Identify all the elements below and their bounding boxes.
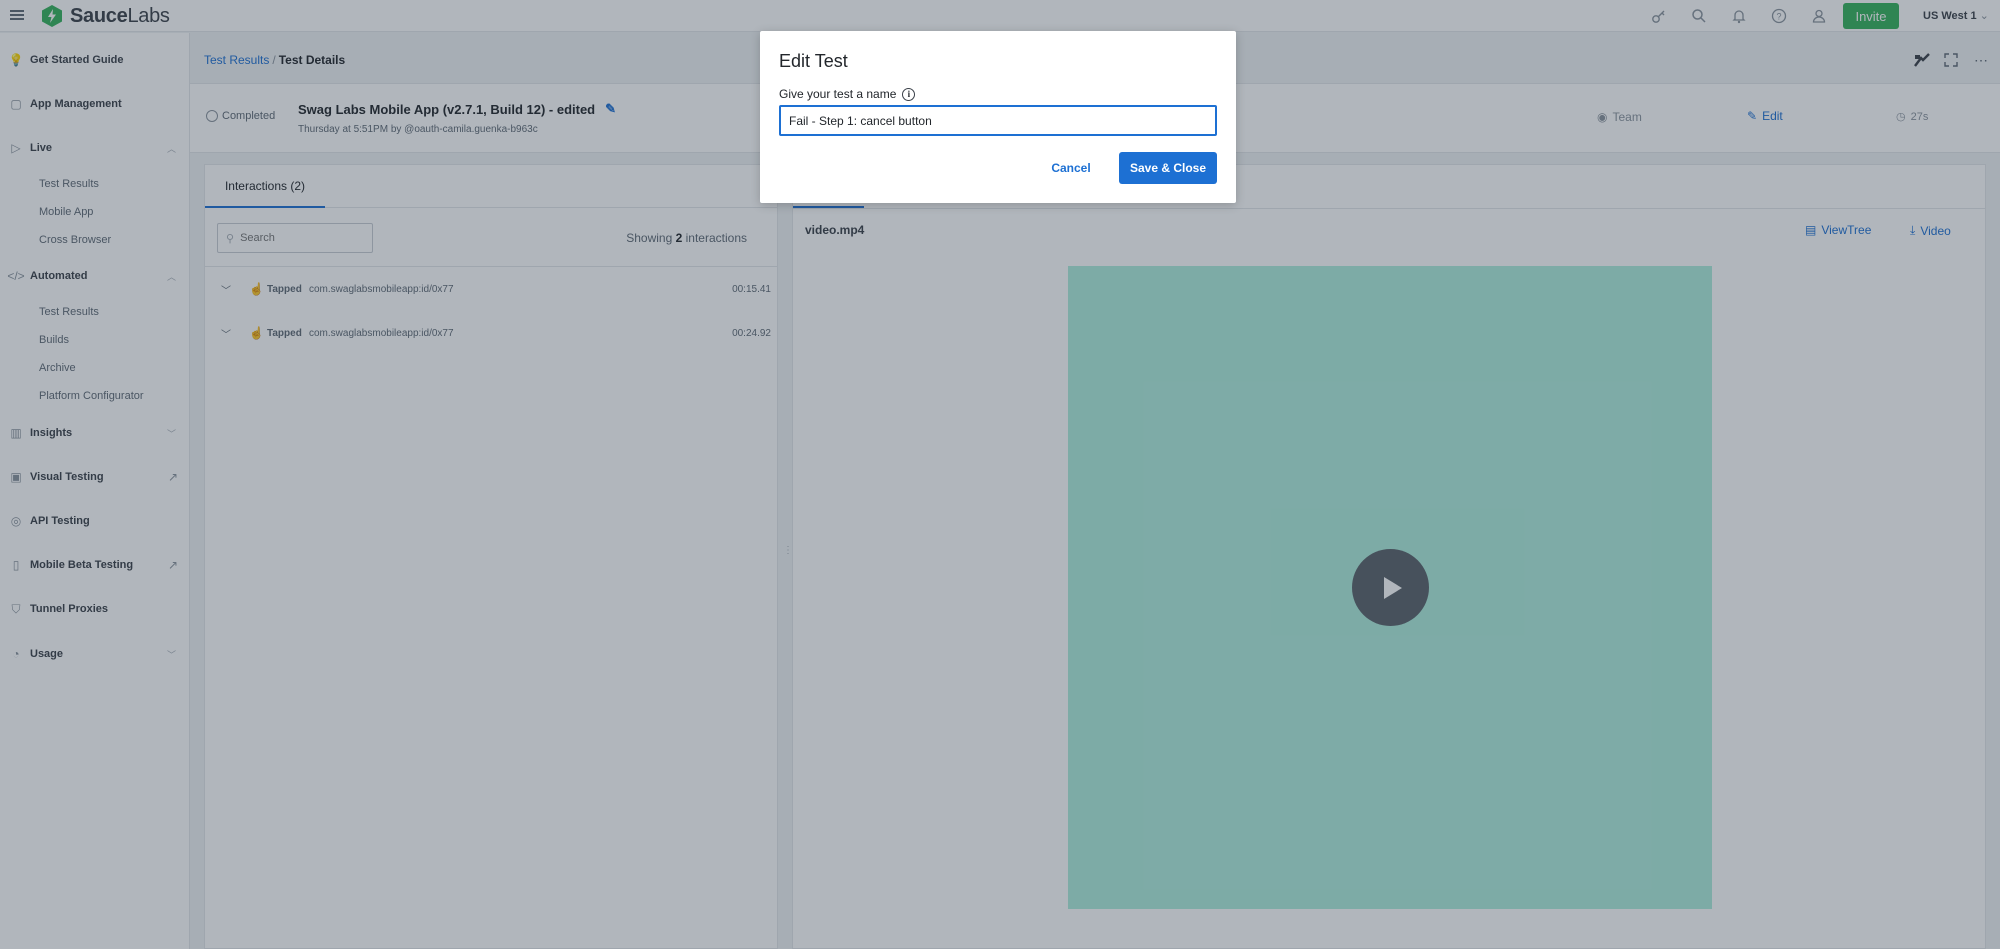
info-icon[interactable]: i (902, 87, 916, 101)
save-and-close-button[interactable]: Save & Close (1119, 152, 1217, 184)
edit-test-dialog: Edit Test Give your test a name i Cancel… (760, 31, 1236, 203)
field-label-text: Give your test a name (779, 87, 897, 101)
test-name-input[interactable] (779, 105, 1217, 136)
dialog-title: Edit Test (779, 51, 848, 71)
test-name-field-label: Give your test a name i (779, 87, 916, 101)
cancel-button[interactable]: Cancel (1046, 152, 1096, 184)
